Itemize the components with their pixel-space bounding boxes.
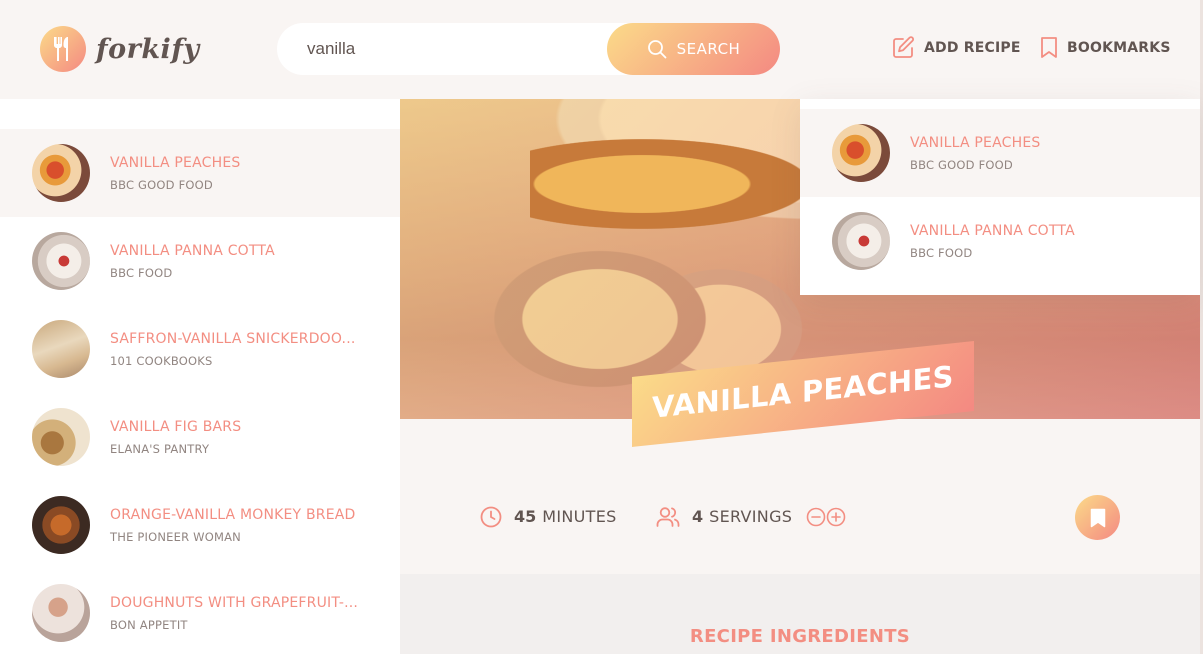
result-item[interactable]: VANILLA PEACHES BBC GOOD FOOD	[0, 129, 400, 217]
result-title: VANILLA PEACHES	[110, 154, 241, 171]
fork-knife-icon	[40, 26, 86, 72]
recipe-thumbnail	[32, 144, 90, 202]
recipe-thumbnail	[32, 496, 90, 554]
edit-icon	[893, 36, 914, 58]
cooking-time: 45 MINUTES	[480, 506, 617, 528]
search-results: VANILLA PEACHES BBC GOOD FOOD VANILLA PA…	[0, 99, 400, 654]
search-icon	[647, 40, 667, 59]
result-publisher: 101 COOKBOOKS	[110, 353, 213, 368]
servings-label: SERVINGS	[709, 507, 793, 526]
recipe-thumbnail	[32, 232, 90, 290]
result-item[interactable]: ORANGE-VANILLA MONKEY BREAD THE PIONEER …	[0, 481, 400, 569]
result-title: ORANGE-VANILLA MONKEY BREAD	[110, 506, 356, 523]
bookmark-item[interactable]: VANILLA PANNA COTTA BBC FOOD	[800, 197, 1200, 285]
bookmark-icon	[1041, 37, 1057, 58]
servings-value: 4	[692, 507, 704, 526]
plus-circle-icon	[826, 507, 846, 526]
result-title: DOUGHNUTS WITH GRAPEFRUIT-...	[110, 594, 359, 611]
servings: 4 SERVINGS	[656, 506, 846, 528]
ingredients-heading: RECIPE INGREDIENTS	[689, 626, 911, 647]
bookmark-recipe-button[interactable]	[1075, 495, 1120, 540]
bookmarks-button[interactable]: BOOKMARKS	[1040, 36, 1171, 59]
bookmark-title: VANILLA PANNA COTTA	[910, 222, 1075, 239]
result-item[interactable]: SAFFRON-VANILLA SNICKERDOO... 101 COOKBO…	[0, 305, 400, 393]
bookmark-publisher: BBC GOOD FOOD	[910, 157, 1013, 172]
logo-text: forkify	[96, 33, 200, 65]
clock-icon	[480, 506, 502, 527]
search-button-label: SEARCH	[676, 40, 741, 58]
search-form: SEARCH	[277, 23, 780, 75]
result-publisher: ELANA'S PANTRY	[110, 441, 210, 456]
result-title: VANILLA PANNA COTTA	[110, 242, 275, 259]
bookmark-publisher: BBC FOOD	[910, 245, 973, 260]
bookmark-item[interactable]: VANILLA PEACHES BBC GOOD FOOD	[800, 109, 1200, 197]
decrease-servings-button[interactable]	[806, 507, 826, 527]
recipe-thumbnail	[832, 124, 890, 182]
result-publisher: BBC GOOD FOOD	[110, 177, 213, 192]
minutes-value: 45	[514, 507, 537, 526]
header: forkify SEARCH ADD RECIPE BOOKMARKS	[0, 0, 1200, 99]
recipe-thumbnail	[32, 584, 90, 642]
minus-circle-icon	[806, 507, 826, 526]
result-item[interactable]: VANILLA PANNA COTTA BBC FOOD	[0, 217, 400, 305]
search-button[interactable]: SEARCH	[607, 23, 780, 75]
result-title: VANILLA FIG BARS	[110, 418, 242, 435]
result-publisher: BON APPETIT	[110, 617, 188, 632]
increase-servings-button[interactable]	[826, 507, 846, 527]
logo[interactable]: forkify	[40, 26, 200, 72]
recipe-thumbnail	[32, 408, 90, 466]
result-publisher: THE PIONEER WOMAN	[110, 529, 241, 544]
recipe-details: 45 MINUTES 4 SERVINGS	[400, 469, 1200, 564]
bookmarks-dropdown: VANILLA PEACHES BBC GOOD FOOD VANILLA PA…	[800, 99, 1200, 295]
result-item[interactable]: VANILLA FIG BARS ELANA'S PANTRY	[0, 393, 400, 481]
result-item[interactable]: DOUGHNUTS WITH GRAPEFRUIT-... BON APPETI…	[0, 569, 400, 654]
bookmarks-label: BOOKMARKS	[1067, 39, 1171, 56]
result-publisher: BBC FOOD	[110, 265, 173, 280]
bookmark-title: VANILLA PEACHES	[910, 134, 1041, 151]
users-icon	[656, 506, 680, 527]
recipe-thumbnail	[832, 212, 890, 270]
ingredients-section: RECIPE INGREDIENTS	[400, 574, 1200, 654]
recipe-thumbnail	[32, 320, 90, 378]
search-input[interactable]	[307, 39, 597, 59]
result-title: SAFFRON-VANILLA SNICKERDOO...	[110, 330, 356, 347]
add-recipe-label: ADD RECIPE	[924, 39, 1021, 56]
minutes-label: MINUTES	[542, 507, 617, 526]
bookmark-fill-icon	[1090, 508, 1105, 527]
add-recipe-button[interactable]: ADD RECIPE	[892, 36, 1021, 59]
